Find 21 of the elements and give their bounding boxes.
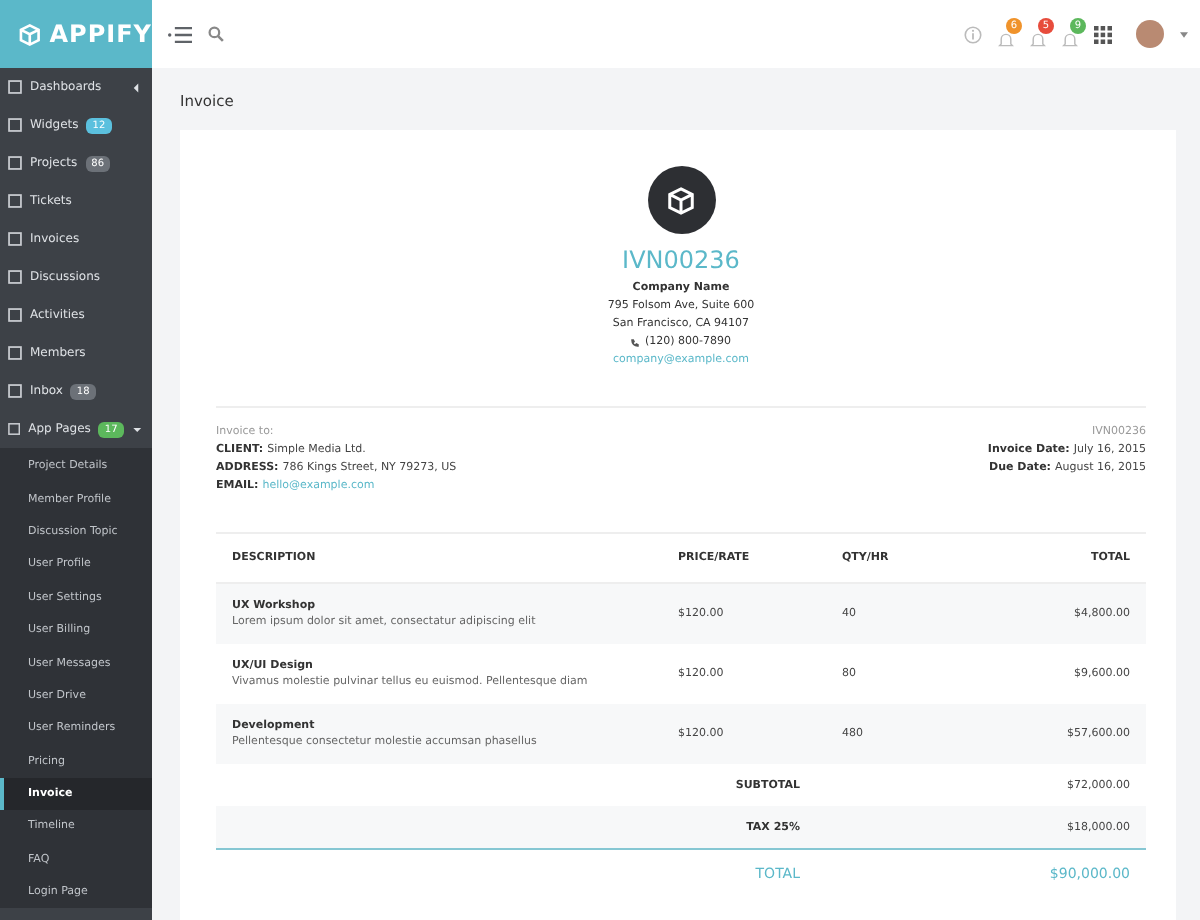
square-icon: [8, 270, 22, 284]
grid-icon[interactable]: [1094, 25, 1112, 43]
info-icon[interactable]: [964, 25, 982, 43]
cube-icon: [666, 185, 696, 215]
invoice-number: IVN00236: [622, 246, 740, 274]
square-icon: [8, 232, 22, 246]
square-icon: [8, 156, 22, 170]
search-icon[interactable]: [208, 26, 224, 42]
caret-icon[interactable]: [1180, 31, 1188, 37]
square-icon: [8, 346, 22, 360]
cube-icon: [18, 19, 42, 49]
square-icon: [8, 194, 22, 208]
menu-icon[interactable]: [168, 25, 192, 43]
square-icon: [8, 384, 22, 398]
phone-icon: [630, 338, 641, 348]
square-icon: [8, 422, 21, 436]
app-name: APPIFY: [49, 20, 152, 48]
square-icon: [8, 118, 22, 132]
square-icon: [8, 80, 22, 94]
square-icon: [8, 308, 22, 322]
avatar[interactable]: [1136, 20, 1164, 48]
